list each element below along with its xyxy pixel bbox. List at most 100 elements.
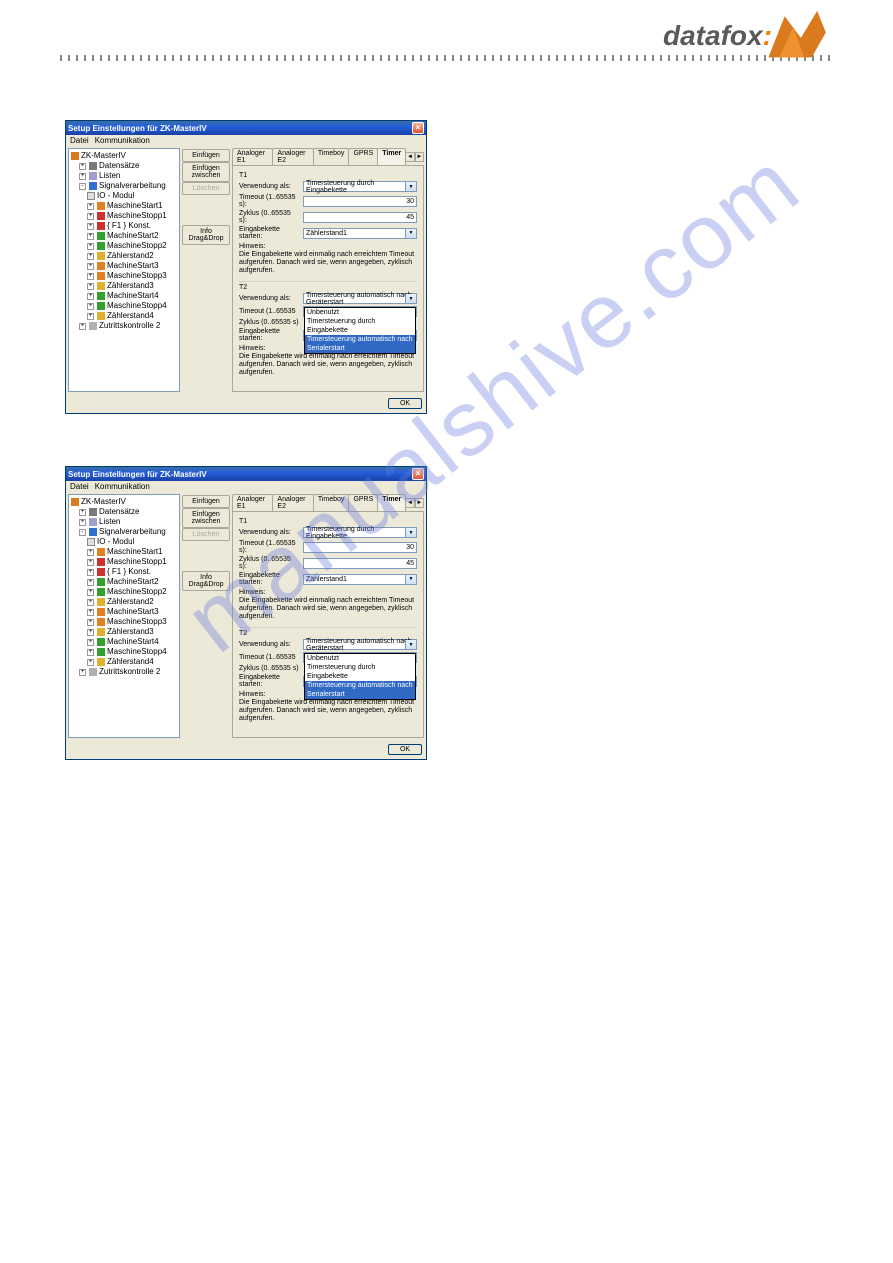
expander-icon[interactable]: + bbox=[87, 619, 94, 626]
ok-button[interactable]: OK bbox=[388, 744, 422, 755]
t1-zyklus-input[interactable]: 45 bbox=[303, 558, 417, 569]
tree-root[interactable]: ZK-MasterIV bbox=[71, 497, 177, 507]
dropdown-option[interactable]: Unbenutzt bbox=[305, 308, 415, 317]
tree-item[interactable]: +Zählerstand4 bbox=[71, 311, 177, 321]
expander-icon[interactable]: + bbox=[87, 599, 94, 606]
tree-item[interactable]: +Zählerstand2 bbox=[71, 251, 177, 261]
mid-button[interactable]: Info Drag&Drop bbox=[182, 571, 230, 591]
tree-item[interactable]: +MaschineStopp4 bbox=[71, 647, 177, 657]
expander-icon[interactable]: + bbox=[87, 609, 94, 616]
tree-item[interactable]: -Signalverarbeitung bbox=[71, 527, 177, 537]
tree-item[interactable]: +{ F1 } Konst. bbox=[71, 221, 177, 231]
t2-timeout-combo-open[interactable]: UnbenutztTimersteuerung durch Eingabeket… bbox=[303, 652, 417, 663]
tree-item[interactable]: +MachineStart2 bbox=[71, 231, 177, 241]
expander-icon[interactable]: + bbox=[87, 549, 94, 556]
mid-button[interactable]: Einfügen zwischen bbox=[182, 162, 230, 182]
expander-icon[interactable]: + bbox=[87, 659, 94, 666]
tab[interactable]: Analoger E1 bbox=[232, 148, 273, 165]
tree-item[interactable]: +MaschineStopp1 bbox=[71, 211, 177, 221]
tree-item[interactable]: +Zählerstand3 bbox=[71, 281, 177, 291]
tab-scroll-right-icon[interactable]: ► bbox=[415, 498, 424, 508]
tree-item[interactable]: +Datensätze bbox=[71, 161, 177, 171]
tree-item[interactable]: +MaschineStopp1 bbox=[71, 557, 177, 567]
tree-item[interactable]: +{ F1 } Konst. bbox=[71, 567, 177, 577]
expander-icon[interactable]: + bbox=[79, 669, 86, 676]
tree-item[interactable]: +MaschineStopp3 bbox=[71, 617, 177, 627]
expander-icon[interactable]: + bbox=[87, 223, 94, 230]
expander-icon[interactable]: + bbox=[87, 303, 94, 310]
titlebar[interactable]: Setup Einstellungen für ZK-MasterIV × bbox=[66, 467, 426, 481]
tab[interactable]: GPRS bbox=[348, 148, 378, 165]
tree-item[interactable]: +MaschineStopp3 bbox=[71, 271, 177, 281]
tree-item[interactable]: +Zutrittskontrolle 2 bbox=[71, 321, 177, 331]
expander-icon[interactable]: + bbox=[87, 213, 94, 220]
mid-button[interactable]: Info Drag&Drop bbox=[182, 225, 230, 245]
t1-timeout-input[interactable]: 30 bbox=[303, 542, 417, 553]
expander-icon[interactable]: - bbox=[79, 183, 86, 190]
tab[interactable]: Timer bbox=[377, 148, 406, 165]
tree-item[interactable]: +MaschineStopp4 bbox=[71, 301, 177, 311]
tree-item[interactable]: +MaschineStopp2 bbox=[71, 241, 177, 251]
expander-icon[interactable]: + bbox=[79, 509, 86, 516]
mid-button[interactable]: Einfügen bbox=[182, 149, 230, 162]
tab[interactable]: Timeboy bbox=[313, 148, 350, 165]
expander-icon[interactable]: + bbox=[87, 589, 94, 596]
t2-verwendung-combo[interactable]: Timersteuerung automatisch nach Geräters… bbox=[303, 639, 417, 650]
chevron-down-icon[interactable]: ▼ bbox=[405, 182, 416, 191]
tree-item[interactable]: +Zählerstand4 bbox=[71, 657, 177, 667]
tab[interactable]: Timeboy bbox=[313, 494, 350, 511]
expander-icon[interactable]: + bbox=[87, 203, 94, 210]
expander-icon[interactable]: + bbox=[79, 163, 86, 170]
menu-kommunikation[interactable]: Kommunikation bbox=[95, 136, 150, 145]
tree-item[interactable]: +MaschineStart1 bbox=[71, 547, 177, 557]
tree-item[interactable]: +MachineStart4 bbox=[71, 637, 177, 647]
dropdown-option[interactable]: Timersteuerung durch Eingabekette bbox=[305, 317, 415, 335]
expander-icon[interactable]: + bbox=[87, 313, 94, 320]
expander-icon[interactable]: + bbox=[79, 173, 86, 180]
expander-icon[interactable]: + bbox=[79, 519, 86, 526]
t1-verwendung-combo[interactable]: Timersteuerung durch Eingabekette▼ bbox=[303, 527, 417, 538]
expander-icon[interactable]: + bbox=[87, 283, 94, 290]
menu-datei[interactable]: Datei bbox=[70, 136, 89, 145]
tab[interactable]: Analoger E2 bbox=[272, 494, 313, 511]
tree-item[interactable]: +MachineStart3 bbox=[71, 607, 177, 617]
tree-item[interactable]: +MachineStart2 bbox=[71, 577, 177, 587]
tree-item[interactable]: +Listen bbox=[71, 171, 177, 181]
dropdown-option[interactable]: Timersteuerung automatisch nach Serialer… bbox=[305, 681, 415, 699]
close-icon[interactable]: × bbox=[412, 122, 424, 134]
expander-icon[interactable]: + bbox=[87, 293, 94, 300]
tree-item[interactable]: +Listen bbox=[71, 517, 177, 527]
tree-item[interactable]: +MaschineStopp2 bbox=[71, 587, 177, 597]
expander-icon[interactable]: + bbox=[87, 233, 94, 240]
tree-item[interactable]: +Zutrittskontrolle 2 bbox=[71, 667, 177, 677]
ok-button[interactable]: OK bbox=[388, 398, 422, 409]
expander-icon[interactable]: + bbox=[87, 559, 94, 566]
tree-item[interactable]: +MachineStart4 bbox=[71, 291, 177, 301]
chevron-down-icon[interactable]: ▼ bbox=[405, 640, 416, 649]
menu-datei[interactable]: Datei bbox=[70, 482, 89, 491]
expander-icon[interactable]: + bbox=[87, 263, 94, 270]
expander-icon[interactable]: + bbox=[87, 639, 94, 646]
tree-item[interactable]: +Zählerstand2 bbox=[71, 597, 177, 607]
expander-icon[interactable]: + bbox=[79, 323, 86, 330]
menu-kommunikation[interactable]: Kommunikation bbox=[95, 482, 150, 491]
mid-button[interactable]: Einfügen zwischen bbox=[182, 508, 230, 528]
mid-button[interactable]: Einfügen bbox=[182, 495, 230, 508]
tree-item[interactable]: +Zählerstand3 bbox=[71, 627, 177, 637]
dropdown-option[interactable]: Unbenutzt bbox=[305, 654, 415, 663]
close-icon[interactable]: × bbox=[412, 468, 424, 480]
t1-ekette-combo[interactable]: Zählerstand1▼ bbox=[303, 574, 417, 585]
tree-view[interactable]: ZK-MasterIV +Datensätze+Listen-Signalver… bbox=[68, 148, 180, 392]
tree-item[interactable]: +MachineStart3 bbox=[71, 261, 177, 271]
tab[interactable]: GPRS bbox=[348, 494, 378, 511]
dropdown-option[interactable]: Timersteuerung automatisch nach Serialer… bbox=[305, 335, 415, 353]
tab[interactable]: Analoger E1 bbox=[232, 494, 273, 511]
tab-scroll-left-icon[interactable]: ◄ bbox=[405, 152, 414, 162]
tree-item[interactable]: IO - Modul bbox=[71, 537, 177, 547]
t1-timeout-input[interactable]: 30 bbox=[303, 196, 417, 207]
expander-icon[interactable]: + bbox=[87, 243, 94, 250]
chevron-down-icon[interactable]: ▼ bbox=[405, 575, 416, 584]
expander-icon[interactable]: + bbox=[87, 649, 94, 656]
tree-root[interactable]: ZK-MasterIV bbox=[71, 151, 177, 161]
titlebar[interactable]: Setup Einstellungen für ZK-MasterIV × bbox=[66, 121, 426, 135]
